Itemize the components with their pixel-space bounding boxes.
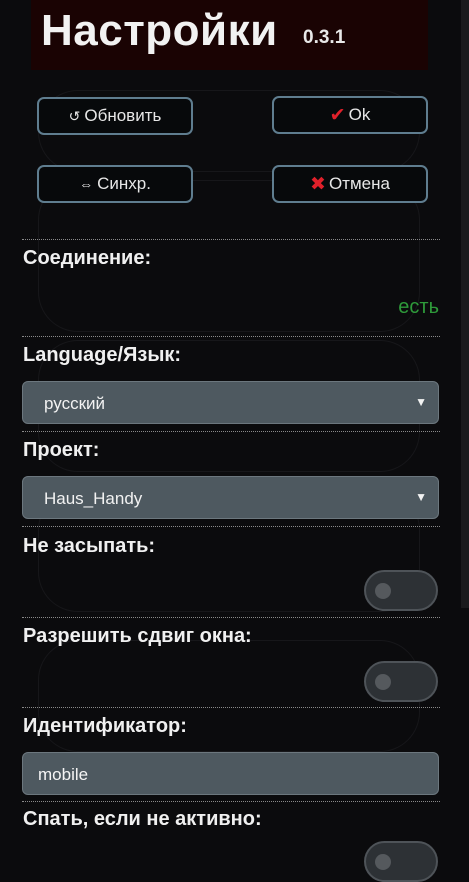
divider <box>22 239 440 240</box>
identifier-input[interactable]: mobile <box>22 752 439 795</box>
project-value: Haus_Handy <box>44 489 143 508</box>
divider <box>22 526 440 527</box>
dropdown-arrow-icon: ▼ <box>415 490 427 504</box>
project-label: Проект: <box>23 439 100 461</box>
no-sleep-label: Не засыпать: <box>23 535 156 557</box>
close-icon: ✖ <box>310 173 326 195</box>
divider <box>22 707 440 708</box>
allow-shift-label: Разрешить сдвиг окна: <box>23 625 252 647</box>
divider <box>22 617 440 618</box>
sleep-inactive-toggle[interactable] <box>364 841 438 882</box>
language-value: русский <box>44 394 106 413</box>
connection-status: есть <box>398 296 439 318</box>
cancel-label: Отмена <box>328 174 390 193</box>
sync-label: Синхр. <box>97 174 151 193</box>
cancel-button[interactable]: ✖ Отмена <box>272 165 428 203</box>
divider <box>22 336 440 337</box>
refresh-label: Обновить <box>84 106 162 125</box>
divider <box>22 431 440 432</box>
page-title: Настройки <box>41 6 278 55</box>
allow-shift-toggle[interactable] <box>364 661 438 702</box>
toggle-knob <box>375 583 391 599</box>
connection-label: Соединение: <box>23 247 152 269</box>
sync-icon: ⇔ <box>79 176 94 192</box>
identifier-label: Идентификатор: <box>23 715 187 737</box>
language-select[interactable]: русский ▼ <box>22 381 439 424</box>
checkmark-icon: ✔ <box>329 104 346 126</box>
toggle-knob <box>375 674 391 690</box>
ok-button[interactable]: ✔ Ok <box>272 96 428 134</box>
project-select[interactable]: Haus_Handy ▼ <box>22 476 439 519</box>
version-label: 0.3.1 <box>303 27 346 48</box>
refresh-icon: ↺ <box>68 107 81 124</box>
no-sleep-toggle[interactable] <box>364 570 438 611</box>
language-label: Language/Язык: <box>23 344 182 366</box>
sleep-inactive-label: Спать, если не активно: <box>23 808 262 830</box>
header-bar: Настройки 0.3.1 <box>31 0 428 70</box>
dropdown-arrow-icon: ▼ <box>415 395 427 409</box>
sync-button[interactable]: ⇔ Синхр. <box>37 165 193 203</box>
toggle-knob <box>375 854 391 870</box>
scrollbar[interactable] <box>461 0 469 608</box>
divider <box>22 801 440 802</box>
refresh-button[interactable]: ↺ Обновить <box>37 97 193 135</box>
ok-label: Ok <box>348 105 371 124</box>
